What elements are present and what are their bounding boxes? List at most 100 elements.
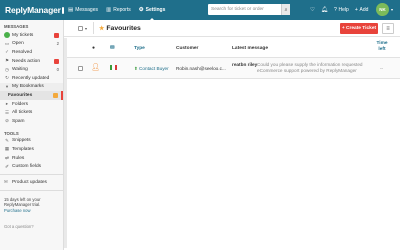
- page-title: ★ Favourites: [99, 25, 141, 32]
- sidebar-item-label: My tickets: [12, 32, 34, 38]
- sidebar-item-snippets[interactable]: ✎ Snippets: [0, 137, 63, 146]
- sidebar-item-my-tickets[interactable]: My tickets: [0, 31, 63, 40]
- sidebar-item-templates[interactable]: ▦ Templates: [0, 145, 63, 154]
- bookmark-icon: ▾: [5, 83, 9, 89]
- sidebar-item-custom-fields[interactable]: ✐ Custom fields: [0, 162, 63, 171]
- row-checkbox[interactable]: [78, 66, 83, 71]
- sidebar-item-label: My Bookmarks: [12, 84, 44, 90]
- page-title-text: Favourites: [106, 24, 141, 32]
- nav-settings-label: Settings: [145, 7, 166, 13]
- fields-icon: ✐: [5, 163, 9, 169]
- spam-icon: ⊘: [5, 118, 9, 124]
- sidebar-item-label: Snippets: [12, 138, 31, 144]
- sidebar-item-label: Rules: [12, 155, 25, 161]
- avatar[interactable]: NK: [376, 3, 389, 16]
- sidebar-item-my-bookmarks[interactable]: ▾ My Bookmarks: [0, 82, 63, 92]
- sidebar: MESSAGES My tickets ▭ Open 2 ✓ Resolved …: [0, 20, 64, 250]
- template-icon: ▦: [4, 146, 10, 152]
- logo-text: ReplyManager: [5, 5, 61, 15]
- product-updates-link[interactable]: ✉ Product updates: [0, 178, 63, 187]
- sidebar-item-label: Waiting: [12, 67, 28, 73]
- column-header-time-left[interactable]: Time left: [375, 41, 389, 52]
- plus-icon: +: [354, 7, 358, 13]
- count-badge: 2: [56, 41, 59, 47]
- clock-icon: ◷: [5, 66, 9, 72]
- question-text: Got a question?: [4, 224, 34, 230]
- user-icon: 👤︎: [91, 64, 100, 71]
- sidebar-item-label: Recently updated: [12, 75, 50, 81]
- star-icon: [53, 92, 58, 98]
- favourites-heart-icon[interactable]: ♡: [310, 7, 315, 13]
- sidebar-item-label: Open: [12, 41, 24, 47]
- sidebar-item-label: All tickets: [12, 110, 33, 116]
- sidebar-item-label: Needs action: [12, 58, 40, 64]
- purchase-now-link[interactable]: Purchase now: [4, 208, 31, 213]
- create-ticket-button[interactable]: + Create Ticket: [340, 23, 378, 34]
- search-button[interactable]: ⌕: [281, 4, 290, 15]
- count-badge: 0: [56, 67, 59, 73]
- column-header-latest-message[interactable]: Latest message: [232, 46, 268, 51]
- inbox-icon: ▤: [68, 7, 74, 13]
- chevron-down-icon[interactable]: ▾: [391, 7, 393, 12]
- sidebar-item-folders[interactable]: ▸ Folders: [0, 100, 63, 109]
- question-notice: Got a question?: [0, 216, 63, 233]
- trial-notice: 15 days left on your ReplyManager trial.…: [0, 194, 63, 217]
- rules-icon: ⇄: [5, 155, 9, 161]
- add-button[interactable]: + Add: [355, 7, 369, 13]
- search-input[interactable]: Search for ticket or order: [208, 7, 281, 12]
- check-icon: ✓: [5, 49, 9, 55]
- notifications-bell-icon[interactable]: 🔔︎: [321, 7, 328, 13]
- nav-settings[interactable]: ⚙ Settings: [135, 0, 170, 20]
- search-box: Search for ticket or order ⌕: [208, 4, 290, 15]
- time-left-value: --: [380, 65, 384, 71]
- list-icon: ☰: [4, 109, 10, 115]
- star-icon: ★: [99, 25, 105, 32]
- priority-column-icon[interactable]: ●: [92, 45, 95, 51]
- app-logo[interactable]: ReplyManager: [0, 0, 64, 20]
- divider: [93, 22, 95, 34]
- main-nav: ▤ Messages ▥ Reports ⚙ Settings: [64, 0, 169, 20]
- sidebar-item-favourites[interactable]: Favourites: [0, 91, 63, 100]
- user-status-icon: [4, 32, 10, 39]
- menu-icon[interactable]: ≡: [382, 23, 394, 34]
- sidebar-item-label: Resolved: [12, 49, 32, 55]
- customer-email[interactable]: Robin.nash@seeloo.c...: [176, 66, 230, 71]
- sidebar-item-resolved[interactable]: ✓ Resolved: [0, 48, 63, 57]
- sidebar-item-waiting[interactable]: ◷ Waiting 0: [0, 65, 63, 74]
- trial-text: 15 days left on your ReplyManager trial.: [4, 196, 41, 208]
- flag-icon: ⚑: [4, 58, 10, 64]
- list-toolbar: ▾ ★ Favourites + Create Ticket ≡: [64, 20, 400, 37]
- nav-reports-label: Reports: [113, 7, 131, 13]
- snippet-icon: ✎: [5, 137, 9, 143]
- column-header-type[interactable]: Type: [134, 46, 145, 51]
- divider: [0, 173, 63, 175]
- messages-heading: MESSAGES: [4, 24, 29, 29]
- top-navbar: ReplyManager ▤ Messages ▥ Reports ⚙ Sett…: [0, 0, 400, 20]
- ticket-type[interactable]: Contact Buyer: [139, 66, 169, 71]
- select-all-checkbox[interactable]: [78, 25, 83, 31]
- chart-icon: ▥: [106, 7, 112, 13]
- nav-messages[interactable]: ▤ Messages: [64, 0, 102, 20]
- help-button[interactable]: ? Help: [334, 7, 349, 13]
- sidebar-item-label: Custom fields: [12, 164, 42, 170]
- chevron-down-icon[interactable]: ▾: [85, 26, 87, 31]
- sidebar-item-needs-action[interactable]: ⚑ Needs action: [0, 57, 63, 66]
- main-content: ▾ ★ Favourites + Create Ticket ≡ ● ✉ Typ…: [64, 20, 400, 250]
- sidebar-item-rules[interactable]: ⇄ Rules: [0, 154, 63, 163]
- add-label: Add: [359, 7, 369, 13]
- italy-flag-icon: [110, 65, 117, 70]
- gear-icon: ⚙: [138, 7, 144, 13]
- sidebar-item-recently-updated[interactable]: ↻ Recently updated: [0, 74, 63, 83]
- mail-column-icon[interactable]: ✉: [110, 45, 115, 51]
- help-icon: ?: [333, 7, 337, 13]
- bulk-select[interactable]: ▾: [78, 25, 87, 31]
- sidebar-item-all-tickets[interactable]: ☰ All tickets: [0, 108, 63, 117]
- nav-reports[interactable]: ▥ Reports: [102, 0, 135, 20]
- search-icon: ⌕: [284, 6, 288, 13]
- table-row[interactable]: 👤︎ ⬆ Contact Buyer Robin.nash@seeloo.c..…: [67, 58, 400, 79]
- sidebar-item-label: Favourites: [8, 92, 33, 98]
- help-label: Help: [338, 7, 349, 13]
- sidebar-item-spam[interactable]: ⊘ Spam: [0, 117, 63, 126]
- column-header-customer[interactable]: Customer: [176, 46, 198, 51]
- sidebar-item-open[interactable]: ▭ Open 2: [0, 40, 63, 49]
